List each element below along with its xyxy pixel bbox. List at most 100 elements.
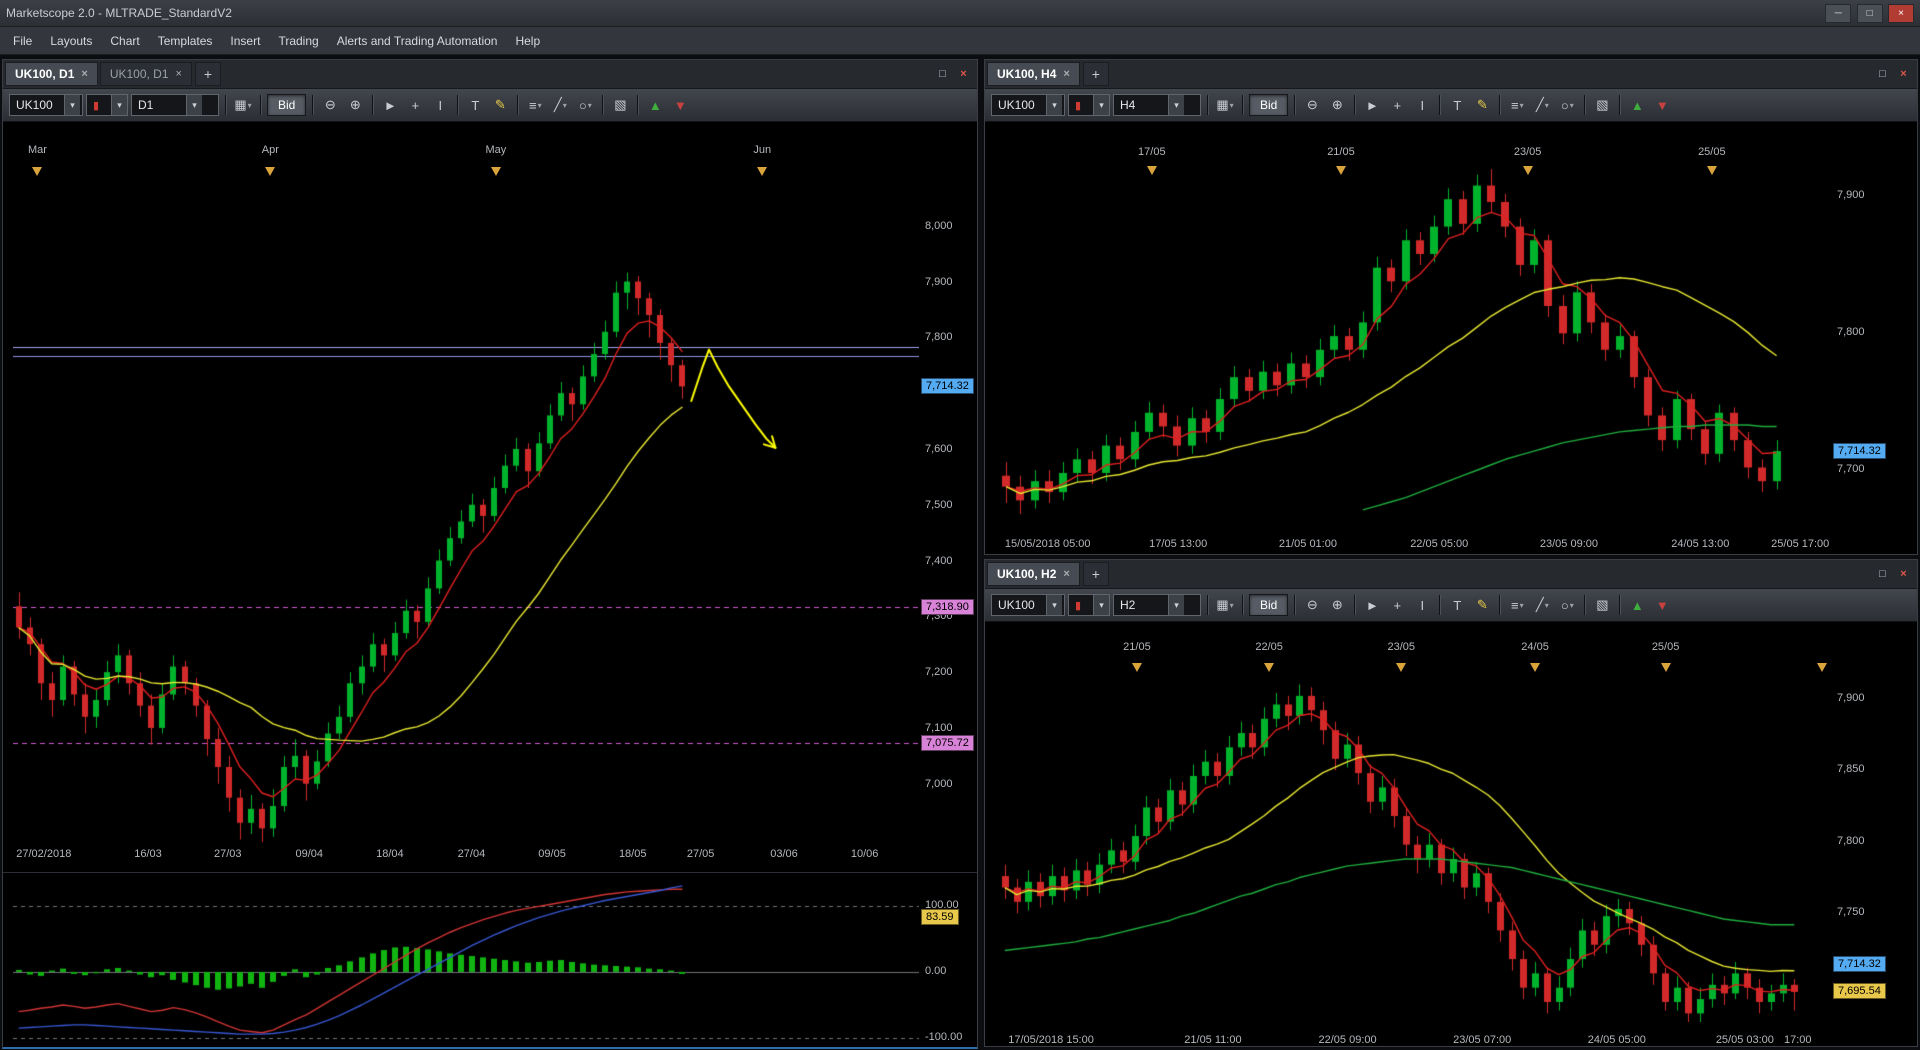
menu-item-insert[interactable]: Insert bbox=[221, 30, 269, 52]
panel-close-button[interactable]: × bbox=[1894, 566, 1913, 582]
cursor-icon[interactable]: ► bbox=[379, 94, 401, 116]
interval-select-icon[interactable]: I bbox=[1411, 94, 1433, 116]
new-tab-button[interactable]: + bbox=[194, 62, 221, 86]
hline-tool-icon[interactable]: ≡ ▾ bbox=[1506, 94, 1528, 116]
ellipse-tool-icon[interactable]: ○ ▾ bbox=[1556, 94, 1578, 116]
text-tool-icon[interactable]: T bbox=[464, 94, 486, 116]
date-marker-icon[interactable] bbox=[1264, 663, 1275, 672]
date-marker-icon[interactable] bbox=[1706, 166, 1717, 175]
crosshair-icon[interactable]: + bbox=[404, 94, 426, 116]
zoom-out-icon[interactable]: ⊖ bbox=[1301, 94, 1323, 116]
date-marker-icon[interactable] bbox=[1335, 166, 1346, 175]
menu-item-templates[interactable]: Templates bbox=[149, 30, 222, 52]
pencil-tool-icon[interactable]: ✎ bbox=[489, 94, 511, 116]
date-marker-icon[interactable] bbox=[1660, 663, 1671, 672]
text-tool-icon[interactable]: T bbox=[1446, 594, 1468, 616]
zoom-out-icon[interactable]: ⊖ bbox=[319, 94, 341, 116]
interval-select-icon[interactable]: I bbox=[1411, 594, 1433, 616]
date-marker-icon[interactable] bbox=[32, 167, 43, 176]
sell-marker-icon[interactable]: ▼ bbox=[669, 94, 691, 116]
panel-restore-button[interactable]: □ bbox=[1873, 66, 1892, 82]
tab-d1-0[interactable]: UK100, D1 × bbox=[5, 62, 98, 86]
bid-toggle[interactable]: Bid bbox=[1249, 94, 1289, 116]
tab-close-icon[interactable]: × bbox=[81, 68, 87, 80]
zoom-out-icon[interactable]: ⊖ bbox=[1301, 594, 1323, 616]
maximize-button[interactable]: □ bbox=[1856, 3, 1883, 23]
tab-d1-1[interactable]: UK100, D1 × bbox=[99, 62, 192, 86]
zoom-in-icon[interactable]: ⊕ bbox=[344, 94, 366, 116]
new-tab-button[interactable]: + bbox=[1082, 562, 1109, 586]
candle-style-select[interactable]: ▮ ▾ bbox=[1068, 94, 1110, 116]
tab-h2-0[interactable]: UK100, H2 × bbox=[987, 562, 1080, 586]
trendline-tool-icon[interactable]: ╱ ▾ bbox=[549, 94, 571, 116]
trendline-tool-icon[interactable]: ╱ ▾ bbox=[1531, 94, 1553, 116]
sell-marker-icon[interactable]: ▼ bbox=[1651, 94, 1673, 116]
date-marker-icon[interactable] bbox=[1131, 663, 1142, 672]
hline-tool-icon[interactable]: ≡ ▾ bbox=[524, 94, 546, 116]
pencil-tool-icon[interactable]: ✎ bbox=[1471, 594, 1493, 616]
minimize-button[interactable]: ─ bbox=[1825, 3, 1852, 23]
menu-item-alerts-and-trading-automation[interactable]: Alerts and Trading Automation bbox=[328, 30, 507, 52]
period-select[interactable]: H2 ▾ bbox=[1113, 594, 1201, 616]
new-tab-button[interactable]: + bbox=[1082, 62, 1109, 86]
bid-toggle[interactable]: Bid bbox=[267, 94, 307, 116]
tab-close-icon[interactable]: × bbox=[176, 68, 182, 80]
crosshair-icon[interactable]: + bbox=[1386, 594, 1408, 616]
panel-restore-button[interactable]: □ bbox=[933, 66, 952, 82]
tab-close-icon[interactable]: × bbox=[1063, 568, 1069, 580]
ellipse-tool-icon[interactable]: ○ ▾ bbox=[1556, 594, 1578, 616]
hline-tool-icon[interactable]: ≡ ▾ bbox=[1506, 594, 1528, 616]
date-marker-icon[interactable] bbox=[265, 167, 276, 176]
period-select[interactable]: H4 ▾ bbox=[1113, 94, 1201, 116]
cursor-icon[interactable]: ► bbox=[1361, 594, 1383, 616]
menu-item-trading[interactable]: Trading bbox=[269, 30, 327, 52]
tab-close-icon[interactable]: × bbox=[1063, 68, 1069, 80]
eraser-icon[interactable]: ▧ bbox=[609, 94, 631, 116]
close-button[interactable]: × bbox=[1888, 3, 1914, 23]
trendline-tool-icon[interactable]: ╱ ▾ bbox=[1531, 594, 1553, 616]
menu-item-layouts[interactable]: Layouts bbox=[41, 30, 101, 52]
buy-marker-icon[interactable]: ▲ bbox=[1626, 94, 1648, 116]
chart-type-select[interactable]: ▦ ▾ bbox=[1214, 594, 1236, 616]
eraser-icon[interactable]: ▧ bbox=[1591, 94, 1613, 116]
cursor-icon[interactable]: ► bbox=[1361, 94, 1383, 116]
pencil-tool-icon[interactable]: ✎ bbox=[1471, 94, 1493, 116]
symbol-select[interactable]: UK100 ▾ bbox=[991, 94, 1065, 116]
indicator-canvas-d1[interactable] bbox=[13, 876, 919, 1047]
panel-restore-button[interactable]: □ bbox=[1873, 566, 1892, 582]
panel-close-button[interactable]: × bbox=[1894, 66, 1913, 82]
symbol-select[interactable]: UK100 ▾ bbox=[991, 594, 1065, 616]
sell-marker-icon[interactable]: ▼ bbox=[1651, 594, 1673, 616]
candle-style-select[interactable]: ▮ ▾ bbox=[1068, 594, 1110, 616]
interval-select-icon[interactable]: I bbox=[429, 94, 451, 116]
price-chart-canvas-d1[interactable] bbox=[13, 161, 919, 844]
crosshair-icon[interactable]: + bbox=[1386, 94, 1408, 116]
buy-marker-icon[interactable]: ▲ bbox=[1626, 594, 1648, 616]
zoom-in-icon[interactable]: ⊕ bbox=[1326, 594, 1348, 616]
price-chart-canvas-h4[interactable] bbox=[999, 165, 1825, 551]
menu-item-chart[interactable]: Chart bbox=[101, 30, 148, 52]
date-marker-icon[interactable] bbox=[1396, 663, 1407, 672]
text-tool-icon[interactable]: T bbox=[1446, 94, 1468, 116]
date-marker-icon[interactable] bbox=[490, 167, 501, 176]
symbol-select[interactable]: UK100 ▾ bbox=[9, 94, 83, 116]
menu-item-file[interactable]: File bbox=[4, 30, 41, 52]
bid-toggle[interactable]: Bid bbox=[1249, 594, 1289, 616]
panel-close-button[interactable]: × bbox=[954, 66, 973, 82]
zoom-in-icon[interactable]: ⊕ bbox=[1326, 94, 1348, 116]
price-chart-canvas-h2[interactable] bbox=[999, 673, 1825, 1022]
ellipse-tool-icon[interactable]: ○ ▾ bbox=[574, 94, 596, 116]
chart-type-select[interactable]: ▦ ▾ bbox=[232, 94, 254, 116]
menu-item-help[interactable]: Help bbox=[506, 30, 549, 52]
date-marker-icon[interactable] bbox=[1146, 166, 1157, 175]
date-marker-icon[interactable] bbox=[1530, 663, 1541, 672]
chart-type-select[interactable]: ▦ ▾ bbox=[1214, 94, 1236, 116]
date-marker-icon[interactable] bbox=[1816, 663, 1827, 672]
buy-marker-icon[interactable]: ▲ bbox=[644, 94, 666, 116]
eraser-icon[interactable]: ▧ bbox=[1591, 594, 1613, 616]
date-marker-icon[interactable] bbox=[757, 167, 768, 176]
period-select[interactable]: D1 ▾ bbox=[131, 94, 219, 116]
date-marker-icon[interactable] bbox=[1522, 166, 1533, 175]
candle-style-select[interactable]: ▮ ▾ bbox=[86, 94, 128, 116]
tab-h4-0[interactable]: UK100, H4 × bbox=[987, 62, 1080, 86]
